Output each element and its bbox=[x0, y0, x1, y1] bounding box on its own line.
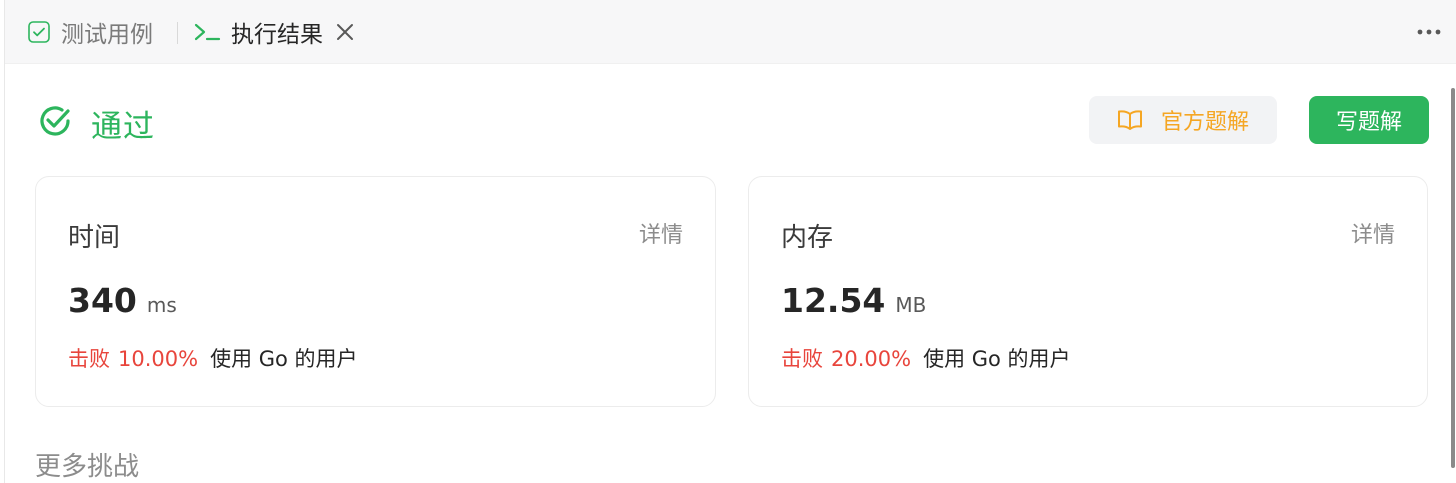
memory-number: 12.54 bbox=[781, 281, 886, 320]
result-panel: 测试用例 执行结果 通过 官方题解 写题解 时间 详情 340 ms 击败 10… bbox=[4, 0, 1456, 483]
runtime-card: 时间 详情 340 ms 击败 10.00% 使用 Go 的用户 bbox=[35, 176, 716, 407]
tab-execution-result[interactable]: 执行结果 bbox=[193, 0, 357, 64]
runtime-detail-link[interactable]: 详情 bbox=[639, 217, 683, 249]
runtime-title: 时间 bbox=[68, 223, 121, 253]
status-text: 通过 bbox=[91, 108, 155, 145]
runtime-number: 340 bbox=[68, 281, 137, 320]
runtime-beat-percent: 10.00% bbox=[118, 347, 199, 371]
memory-beat-suffix: 使用 Go 的用户 bbox=[923, 347, 1071, 371]
memory-card: 内存 详情 12.54 MB 击败 20.00% 使用 Go 的用户 bbox=[748, 176, 1428, 407]
memory-value: 12.54 MB bbox=[781, 281, 926, 320]
memory-beat-line: 击败 20.00% 使用 Go 的用户 bbox=[781, 343, 1071, 373]
tab-execution-result-label: 执行结果 bbox=[231, 22, 323, 48]
scrollbar-thumb[interactable] bbox=[1451, 88, 1455, 468]
book-icon bbox=[1117, 109, 1143, 131]
memory-beat-label: 击败 bbox=[781, 347, 823, 371]
official-solution-label: 官方题解 bbox=[1160, 110, 1249, 135]
tab-separator bbox=[177, 22, 178, 44]
runtime-beat-label: 击败 bbox=[68, 347, 110, 371]
vertical-scrollbar[interactable] bbox=[1448, 88, 1456, 468]
status-indicator: 通过 bbox=[37, 100, 155, 146]
write-solution-button[interactable]: 写题解 bbox=[1309, 96, 1429, 144]
memory-unit: MB bbox=[895, 293, 927, 317]
memory-beat-percent: 20.00% bbox=[831, 347, 912, 371]
memory-detail-link[interactable]: 详情 bbox=[1351, 217, 1395, 249]
runtime-beat-line: 击败 10.00% 使用 Go 的用户 bbox=[68, 343, 358, 373]
more-horizontal-icon[interactable] bbox=[1415, 20, 1443, 44]
tab-test-cases-label: 测试用例 bbox=[61, 22, 153, 48]
check-circle-icon bbox=[37, 103, 73, 143]
more-challenges-heading: 更多挑战 bbox=[35, 452, 140, 482]
official-solution-button[interactable]: 官方题解 bbox=[1089, 96, 1277, 144]
checkbox-icon bbox=[27, 20, 51, 44]
runtime-unit: ms bbox=[146, 293, 177, 317]
runtime-value: 340 ms bbox=[68, 281, 177, 320]
memory-title: 内存 bbox=[781, 223, 834, 253]
terminal-icon bbox=[193, 20, 221, 44]
close-icon[interactable] bbox=[333, 20, 357, 44]
tab-test-cases[interactable]: 测试用例 bbox=[27, 0, 153, 64]
tab-bar: 测试用例 执行结果 bbox=[5, 0, 1456, 64]
runtime-beat-suffix: 使用 Go 的用户 bbox=[210, 347, 358, 371]
